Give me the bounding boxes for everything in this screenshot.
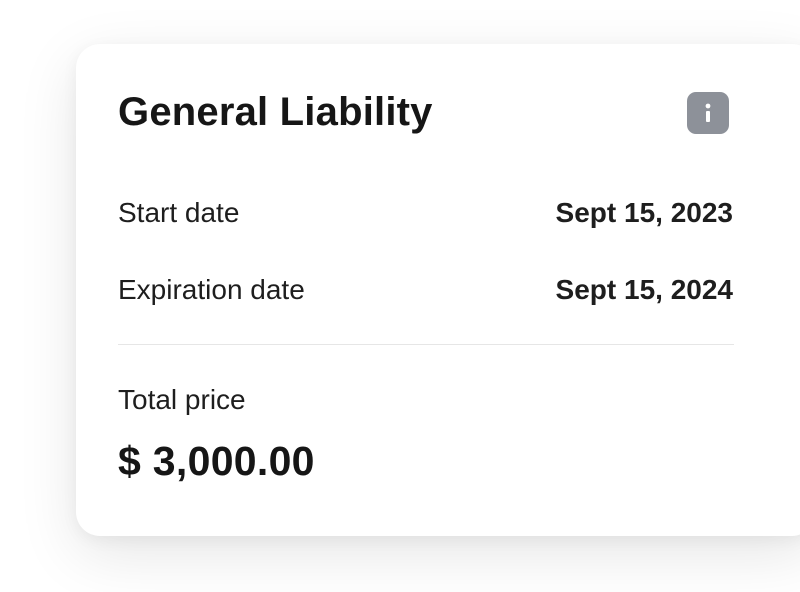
start-date-label: Start date	[118, 197, 240, 228]
start-date-row: Start date Sept 15, 2023	[118, 195, 733, 231]
info-icon	[705, 103, 711, 122]
card-title: General Liability	[118, 90, 433, 134]
expiration-date-label: Expiration date	[118, 274, 305, 305]
info-button[interactable]	[687, 92, 729, 134]
divider	[118, 344, 734, 345]
start-date-value: Sept 15, 2023	[555, 197, 733, 228]
expiration-date-value: Sept 15, 2024	[555, 274, 733, 305]
expiration-date-row: Expiration date Sept 15, 2024	[118, 272, 733, 308]
total-price-value: $ 3,000.00	[118, 438, 315, 484]
total-price-label: Total price	[118, 384, 246, 415]
policy-card: General Liability Start date Sept 15, 20…	[76, 44, 800, 536]
